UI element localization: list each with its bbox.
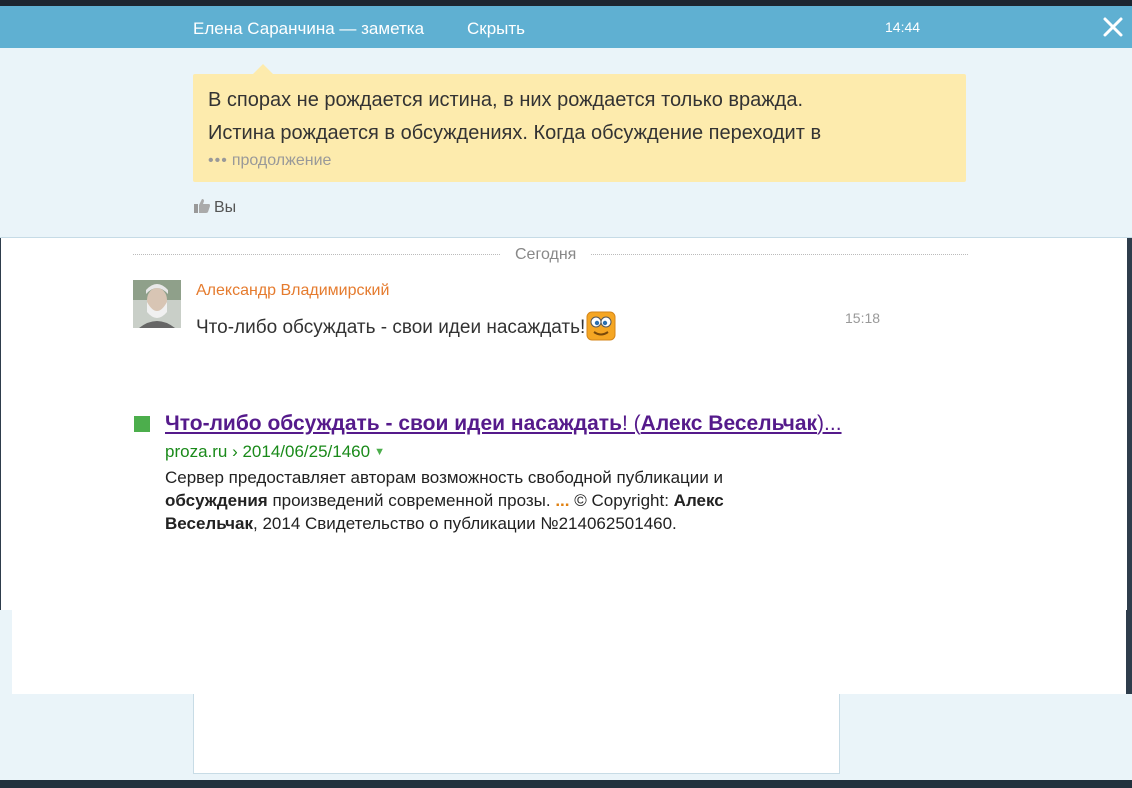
hide-button[interactable]: Скрыть — [467, 19, 525, 39]
thumbs-up-icon — [194, 199, 210, 213]
dropdown-arrow-icon[interactable]: ▼ — [374, 446, 385, 458]
favicon-square-icon — [134, 416, 150, 432]
comment-time: 15:18 — [845, 310, 881, 326]
snippet-ellipsis: ... — [555, 491, 570, 510]
comment-body: Что-либо обсуждать - свои идеи насаждать… — [196, 317, 586, 338]
close-icon[interactable] — [1101, 15, 1125, 39]
note-header: Елена Саранчина — заметка Скрыть 14:44 — [0, 6, 1132, 48]
snippet-part-4: , 2014 Свидетельство о публикации №21406… — [253, 514, 677, 533]
note-bubble: В спорах не рождается истина, в них рожд… — [193, 64, 966, 182]
snippet-part-1: Сервер предоставляет авторам возможность… — [165, 468, 723, 487]
note-text-line-1: В спорах не рождается истина, в них рожд… — [208, 89, 804, 111]
comments-panel: Сегодня Александр Владимирский Что-либо … — [1, 238, 1127, 610]
search-result-title[interactable]: Что-либо обсуждать - свои идеи насаждать… — [165, 412, 842, 436]
note-text-line-2: Истина рождается в обсуждениях. Когда об… — [208, 122, 822, 144]
reply-input[interactable] — [193, 694, 840, 774]
more-dots-icon: ••• — [208, 152, 228, 169]
comment-text: Что-либо обсуждать - свои идеи насаждать… — [196, 311, 616, 341]
date-divider: Сегодня — [501, 246, 591, 264]
snippet-part-2: произведений современной прозы. — [267, 491, 556, 510]
avatar[interactable] — [133, 280, 181, 328]
note-time: 14:44 — [885, 19, 921, 35]
left-side-panel — [0, 610, 12, 780]
result-url-text: proza.ru › 2014/06/25/1460 — [165, 442, 371, 461]
result-url[interactable]: proza.ru › 2014/06/25/1460 ▼ — [165, 442, 385, 462]
note-panel: В спорах не рождается истина, в них рожд… — [0, 48, 1132, 238]
result-title-part-1: Что-либо обсуждать - свои идеи насаждать — [165, 412, 622, 435]
comment-author[interactable]: Александр Владимирский — [196, 282, 389, 300]
snippet-part-3: © Copyright: — [569, 491, 674, 510]
result-title-part-4: )... — [817, 412, 842, 435]
window-bottom-edge — [0, 780, 1132, 788]
overlay-white-area — [12, 610, 1126, 694]
note-title: Елена Саранчина — заметка — [193, 19, 425, 38]
snippet-bold-1: обсуждения — [165, 491, 268, 510]
likes-row[interactable]: Вы — [193, 198, 236, 217]
continue-label: продолжение — [231, 152, 332, 169]
result-title-part-2: ! ( — [621, 412, 641, 435]
smiley-icon — [586, 311, 616, 341]
result-snippet: Сервер предоставляет авторам возможность… — [165, 466, 805, 535]
likes-label: Вы — [214, 199, 237, 216]
result-title-part-3: Алекс Весельчак — [640, 412, 818, 435]
continue-link[interactable]: ••• продолжение — [208, 152, 331, 170]
